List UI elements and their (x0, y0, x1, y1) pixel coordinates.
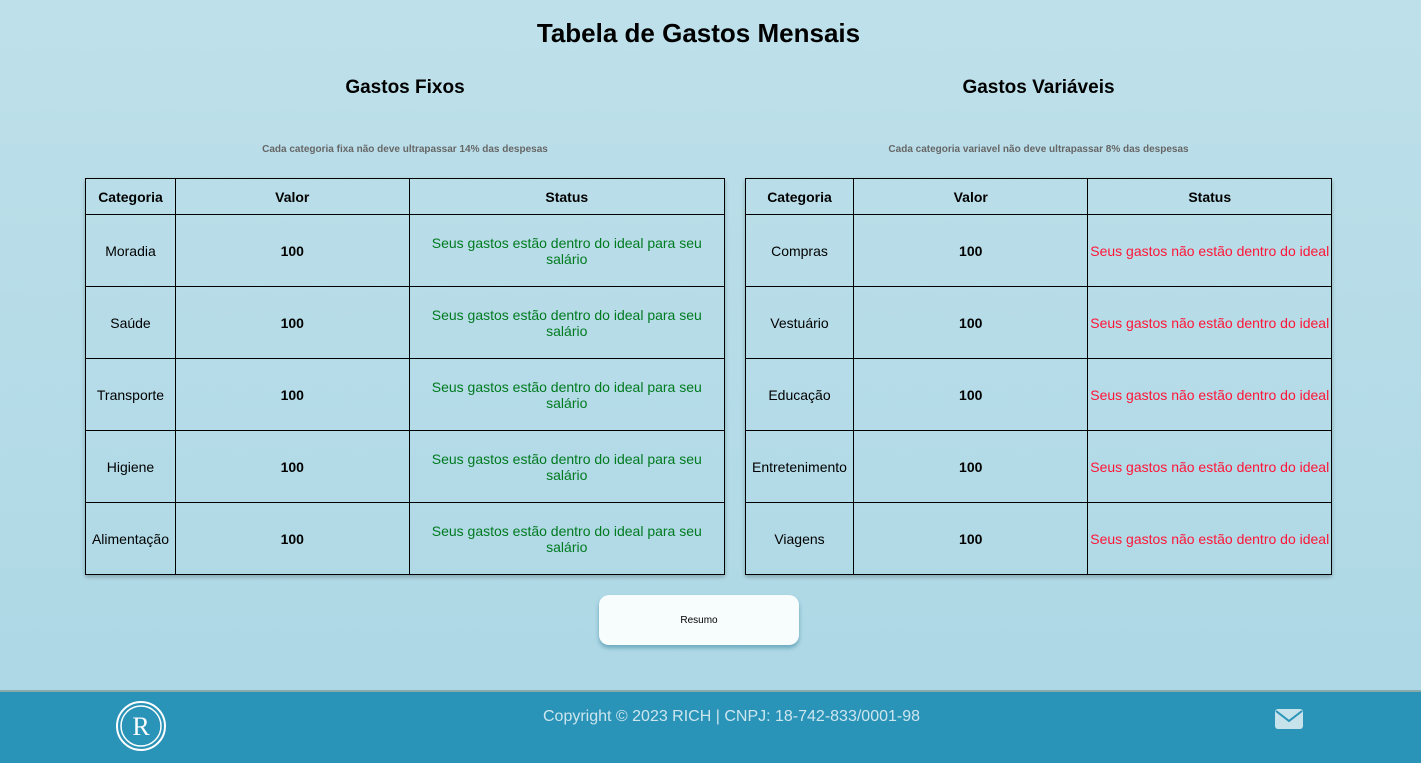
status-cell: Seus gastos estão dentro do ideal para s… (408, 358, 726, 431)
table-row: Educação 100 Seus gastos não estão dentro … (745, 358, 1332, 431)
category-cell: Higiene (85, 430, 176, 503)
table-row: Viagens 100 Seus gastos não estão dentro d… (745, 502, 1332, 575)
table-row: Transporte 100 Seus gastos estão dentro do… (85, 358, 726, 431)
value-cell: 100 (174, 502, 410, 575)
category-cell: Alimentação (85, 502, 176, 575)
category-cell: Viagens (745, 502, 854, 575)
table-row: Alimentação 100 Seus gastos estão dentro d… (85, 502, 726, 575)
col-status: Status (408, 178, 726, 215)
col-categoria: Categoria (745, 178, 854, 215)
category-cell: Transporte (85, 358, 176, 431)
value-cell: 100 (852, 502, 1089, 575)
variable-title: Gastos Variáveis (962, 77, 1115, 98)
col-valor: Valor (852, 178, 1089, 215)
value-cell: 100 (852, 358, 1089, 431)
status-cell: Seus gastos não estão dentro do ideal (1087, 502, 1332, 575)
fixed-note: Cada categoria fixa não deve ultrapassar… (262, 144, 548, 155)
fixed-table: Categoria Valor Status Moradia 100 Seus gast… (85, 178, 726, 575)
category-cell: Moradia (85, 214, 176, 287)
status-cell: Seus gastos estão dentro do ideal para s… (408, 502, 726, 575)
table-row: Vestuário 100 Seus gastos não estão dentro… (745, 286, 1332, 359)
category-cell: Vestuário (745, 286, 854, 359)
status-cell: Seus gastos não estão dentro do ideal (1087, 358, 1332, 431)
category-cell: Compras (745, 214, 854, 287)
col-categoria: Categoria (85, 178, 176, 215)
mail-icon[interactable] (1275, 709, 1303, 729)
copyright-text: Copyright © 2023 RICH | CNPJ: 18-742-833… (542, 708, 921, 725)
category-cell: Educação (745, 358, 854, 431)
status-cell: Seus gastos não estão dentro do ideal (1087, 430, 1332, 503)
table-row: Entretenimento 100 Seus gastos não estão d… (745, 430, 1332, 503)
variable-table: Categoria Valor Status Compras 100 Seus gast… (745, 178, 1332, 575)
value-cell: 100 (174, 358, 410, 431)
footer: R Copyright © 2023 RICH | CNPJ: 18-742-8… (0, 690, 1421, 763)
value-cell: 100 (174, 286, 410, 359)
status-cell: Seus gastos estão dentro do ideal para s… (408, 286, 726, 359)
resumo-button[interactable]: Resumo (599, 595, 799, 645)
status-cell: Seus gastos estão dentro do ideal para s… (408, 214, 726, 287)
value-cell: 100 (852, 286, 1089, 359)
page-title: Tabela de Gastos Mensais (536, 18, 861, 48)
table-row: Compras 100 Seus gastos não estão dentro d… (745, 214, 1332, 287)
status-cell: Seus gastos não estão dentro do ideal (1087, 286, 1332, 359)
value-cell: 100 (852, 214, 1089, 287)
col-valor: Valor (174, 178, 410, 215)
table-row: Saúde 100 Seus gastos estão dentro do idea… (85, 286, 726, 359)
value-cell: 100 (852, 430, 1089, 503)
category-cell: Entretenimento (745, 430, 854, 503)
value-cell: 100 (174, 214, 410, 287)
variable-note: Cada categoria variavel não deve ultrapa… (888, 144, 1189, 155)
category-cell: Saúde (85, 286, 176, 359)
status-cell: Seus gastos estão dentro do ideal para s… (408, 430, 726, 503)
col-status: Status (1087, 178, 1332, 215)
table-row: Moradia 100 Seus gastos estão dentro do id… (85, 214, 726, 287)
value-cell: 100 (174, 430, 410, 503)
table-row: Higiene 100 Seus gastos estão dentro do id… (85, 430, 726, 503)
status-cell: Seus gastos não estão dentro do ideal (1087, 214, 1332, 287)
fixed-title: Gastos Fixos (345, 77, 465, 98)
